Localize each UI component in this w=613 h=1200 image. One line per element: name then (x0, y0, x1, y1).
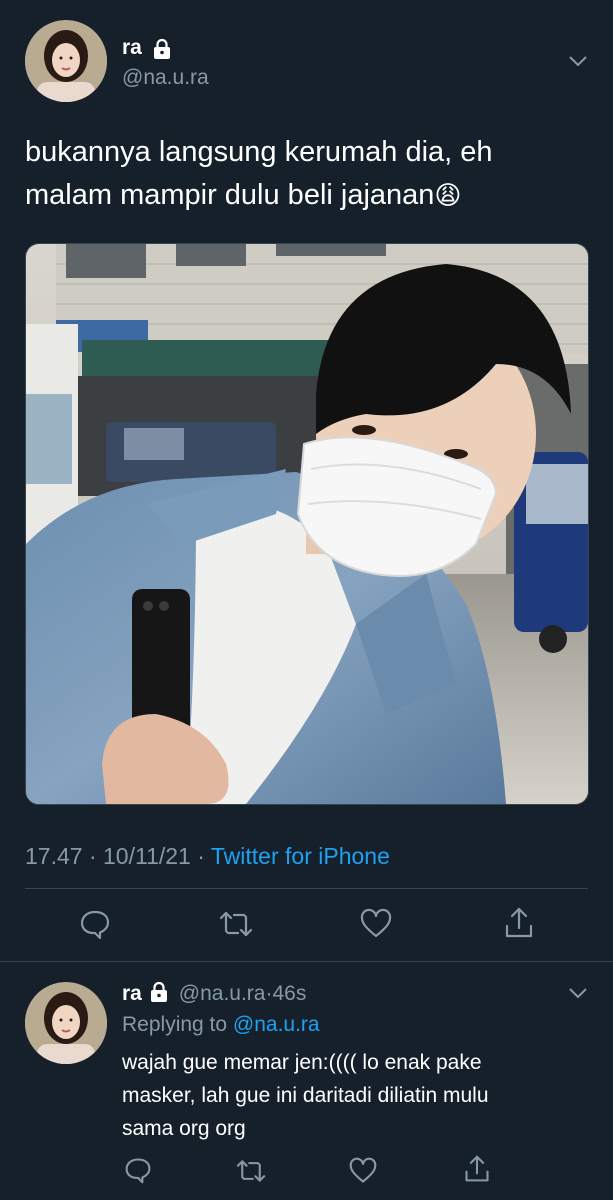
reply-text: wajah gue memar jen:(((( lo enak pake ma… (122, 1046, 602, 1145)
tweet-text-line-1: bukannya langsung kerumah dia, eh (25, 136, 493, 168)
tweet-date: 10/11/21 (103, 843, 191, 869)
like-icon[interactable] (349, 1157, 377, 1185)
reply-author-name[interactable]: ra (122, 982, 142, 1005)
tweet-text-line-2: malam mampir dulu beli jajanan😩 (25, 174, 595, 217)
reply-icon[interactable] (124, 1156, 152, 1184)
photo-illustration (26, 244, 588, 804)
reply-age: 46s (272, 982, 307, 1005)
divider (0, 961, 613, 962)
chevron-down-icon[interactable] (568, 986, 588, 1000)
tweet-text-line-2-words: malam mampir dulu beli jajanan (25, 179, 435, 211)
author-handle[interactable]: @na.u.ra (122, 66, 209, 90)
reply-text-line-1: wajah gue memar jen:(((( lo enak pake (122, 1051, 482, 1074)
author-avatar[interactable] (25, 20, 107, 102)
chevron-down-icon[interactable] (568, 54, 588, 68)
author-name[interactable]: ra (122, 36, 142, 60)
like-icon[interactable] (360, 908, 392, 940)
tweet-text: bukannya langsung kerumah dia, eh malam … (25, 131, 595, 217)
lock-icon (148, 981, 170, 1003)
lock-icon (151, 38, 173, 60)
tweet-time: 17.47 (25, 843, 83, 869)
reply-icon[interactable] (79, 908, 111, 940)
tweet-source-link[interactable]: Twitter for iPhone (211, 843, 390, 869)
tweet-photo[interactable] (25, 243, 589, 805)
weary-face-emoji: 😩 (434, 180, 462, 210)
divider (25, 888, 588, 889)
reply-author-handle[interactable]: @na.u.ra (179, 982, 266, 1005)
reply-text-line-2: masker, lah gue ini daritadi diliatin mu… (122, 1084, 489, 1107)
reply-header: ra @na.u.ra·46s (122, 981, 306, 1006)
share-icon[interactable] (463, 1154, 491, 1184)
reply-author-avatar[interactable] (25, 982, 107, 1064)
meta-separator: · (197, 843, 205, 869)
replying-to: Replying to @na.u.ra (122, 1013, 320, 1037)
tweet-meta: 17.47 · 10/11/21 · Twitter for iPhone (25, 843, 390, 870)
reply-text-line-3: sama org org (122, 1117, 246, 1140)
replying-to-label: Replying to (122, 1013, 228, 1036)
share-icon[interactable] (503, 906, 535, 940)
meta-separator: · (88, 843, 97, 869)
retweet-icon[interactable] (218, 908, 254, 940)
avatar-portrait (25, 20, 107, 102)
avatar-portrait (25, 982, 107, 1064)
retweet-icon[interactable] (235, 1157, 267, 1185)
replying-to-handle-link[interactable]: @na.u.ra (233, 1013, 320, 1036)
